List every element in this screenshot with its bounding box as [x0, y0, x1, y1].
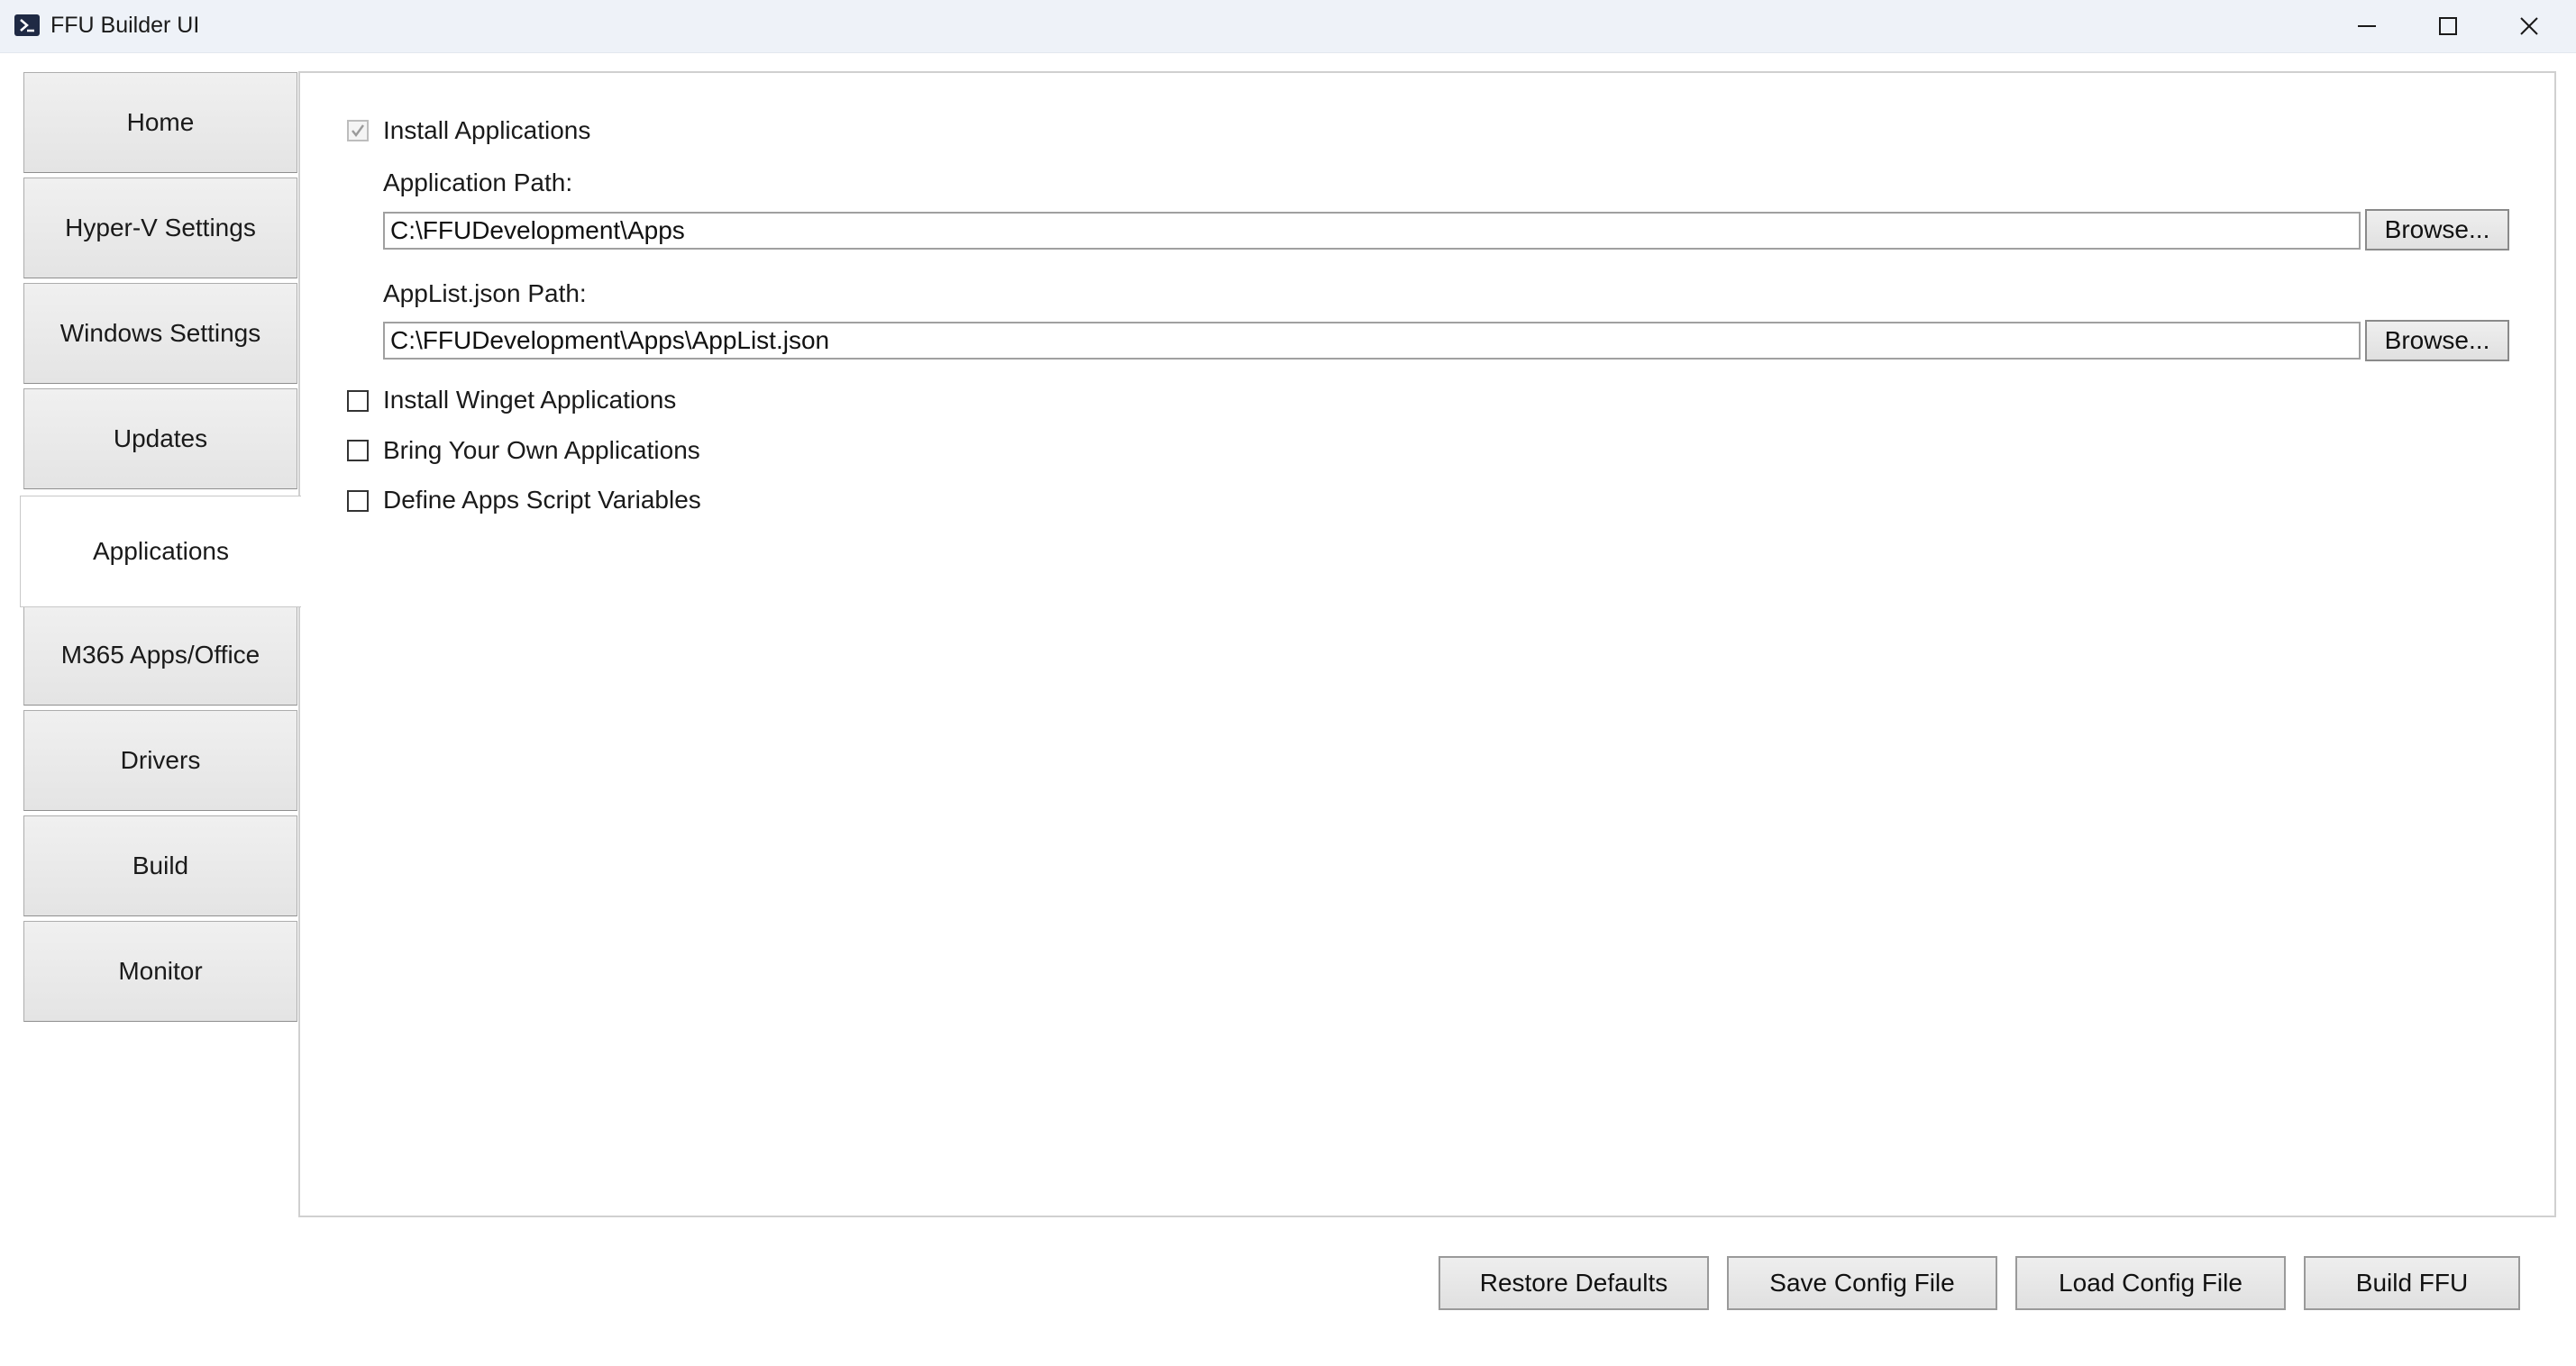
window-title: FFU Builder UI — [50, 13, 200, 38]
bring-your-own-label: Bring Your Own Applications — [383, 436, 700, 464]
install-winget-label: Install Winget Applications — [383, 386, 677, 414]
tab-updates[interactable]: Updates — [23, 388, 297, 489]
maximize-button[interactable] — [2407, 0, 2489, 52]
close-button[interactable] — [2489, 0, 2570, 52]
title-bar[interactable]: FFU Builder UI — [0, 0, 2576, 53]
maximize-icon — [2439, 17, 2457, 35]
tab-m365-apps-office[interactable]: M365 Apps/Office — [23, 605, 297, 706]
tab-label: Hyper-V Settings — [65, 214, 256, 241]
tab-label: Monitor — [118, 957, 203, 985]
tab-label: Build — [132, 851, 189, 879]
tab-applications[interactable]: Applications — [20, 496, 301, 607]
tab-hyper-v-settings[interactable]: Hyper-V Settings — [23, 178, 297, 278]
tab-label: M365 Apps/Office — [60, 641, 260, 669]
install-applications-label: Install Applications — [383, 116, 591, 144]
applist-path-input[interactable]: C:\FFUDevelopment\Apps\AppList.json — [383, 322, 2361, 360]
tab-build[interactable]: Build — [23, 815, 297, 916]
tab-monitor[interactable]: Monitor — [23, 921, 297, 1022]
tab-home[interactable]: Home — [23, 72, 297, 173]
tab-label: Applications — [93, 537, 229, 565]
application-path-input[interactable]: C:\FFUDevelopment\Apps — [383, 212, 2361, 250]
install-winget-checkbox[interactable] — [347, 390, 369, 412]
app-window: FFU Builder UI Home Hyper-V Settings Win… — [0, 0, 2576, 1366]
load-config-button[interactable]: Load Config File — [2015, 1256, 2286, 1310]
tab-label: Home — [126, 108, 195, 136]
save-config-button[interactable]: Save Config File — [1727, 1256, 1997, 1310]
minimize-button[interactable] — [2326, 0, 2407, 52]
checkmark-icon — [352, 124, 364, 137]
application-path-label: Application Path: — [383, 168, 573, 196]
tab-label: Drivers — [120, 746, 201, 774]
define-script-variables-checkbox[interactable] — [347, 490, 369, 512]
bring-your-own-checkbox[interactable] — [347, 440, 369, 461]
tab-label: Windows Settings — [59, 319, 261, 347]
close-icon — [2520, 17, 2538, 35]
application-path-browse-button[interactable]: Browse... — [2365, 209, 2509, 250]
applist-path-browse-button[interactable]: Browse... — [2365, 320, 2509, 361]
build-ffu-button[interactable]: Build FFU — [2304, 1256, 2520, 1310]
applist-path-label: AppList.json Path: — [383, 279, 587, 307]
tab-windows-settings[interactable]: Windows Settings — [23, 283, 297, 384]
define-script-variables-label: Define Apps Script Variables — [383, 486, 701, 514]
applications-panel: Install Applications Application Path: C… — [298, 71, 2556, 1217]
restore-defaults-button[interactable]: Restore Defaults — [1439, 1256, 1709, 1310]
sidebar-tabs: Home Hyper-V Settings Windows Settings U… — [20, 72, 301, 1024]
minimize-icon — [2358, 25, 2376, 27]
tab-label: Updates — [113, 424, 208, 452]
install-applications-checkbox[interactable] — [347, 120, 369, 141]
powershell-icon — [14, 14, 40, 36]
tab-drivers[interactable]: Drivers — [23, 710, 297, 811]
